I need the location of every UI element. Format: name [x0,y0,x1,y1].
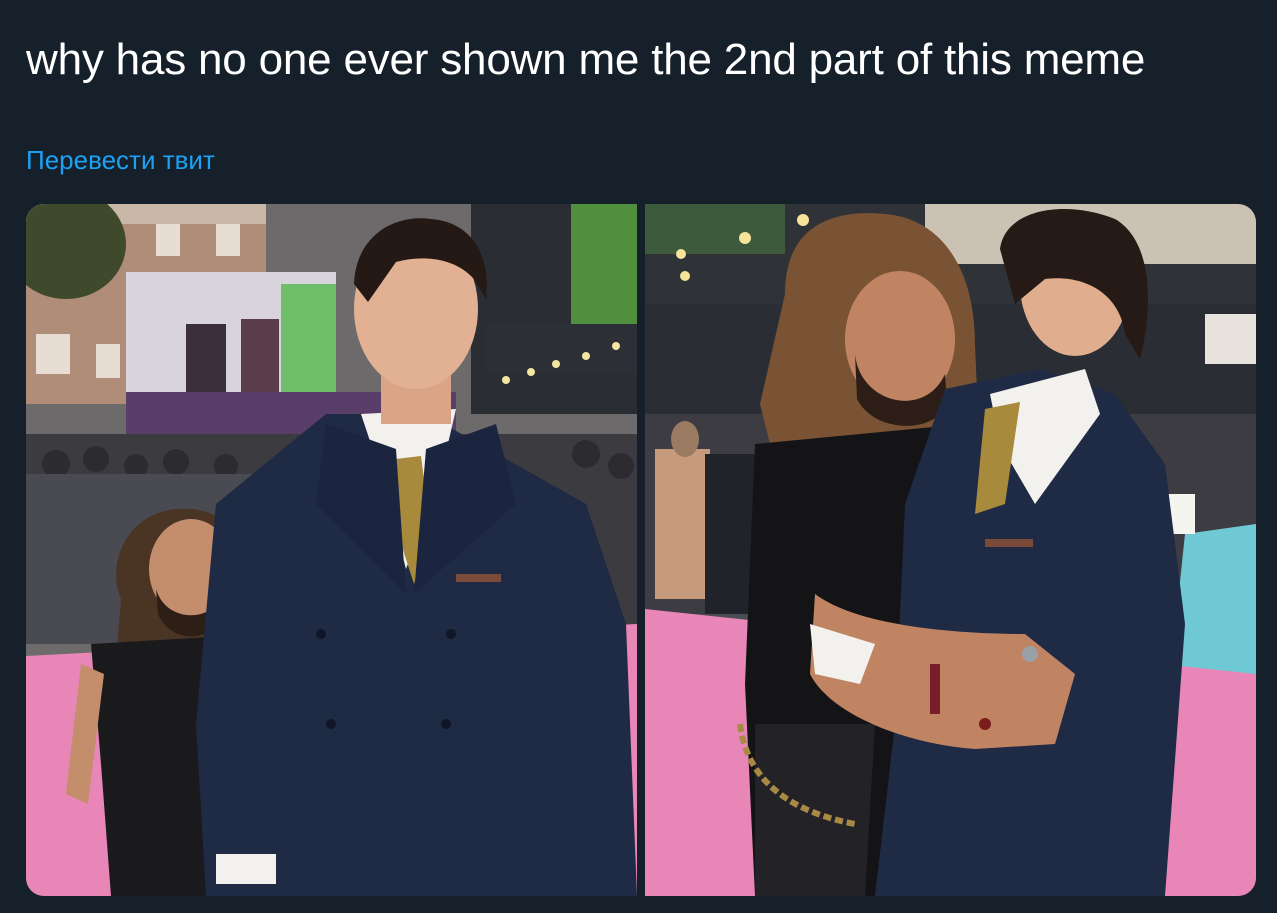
translate-tweet-link[interactable]: Перевести твит [26,145,215,175]
photo-right[interactable] [645,204,1256,896]
photo-right-image [645,204,1256,896]
photo-left-image [26,204,637,896]
photo-left[interactable] [26,204,637,896]
tweet-media-grid [26,204,1256,896]
tweet-text: why has no one ever shown me the 2nd par… [26,35,1146,84]
